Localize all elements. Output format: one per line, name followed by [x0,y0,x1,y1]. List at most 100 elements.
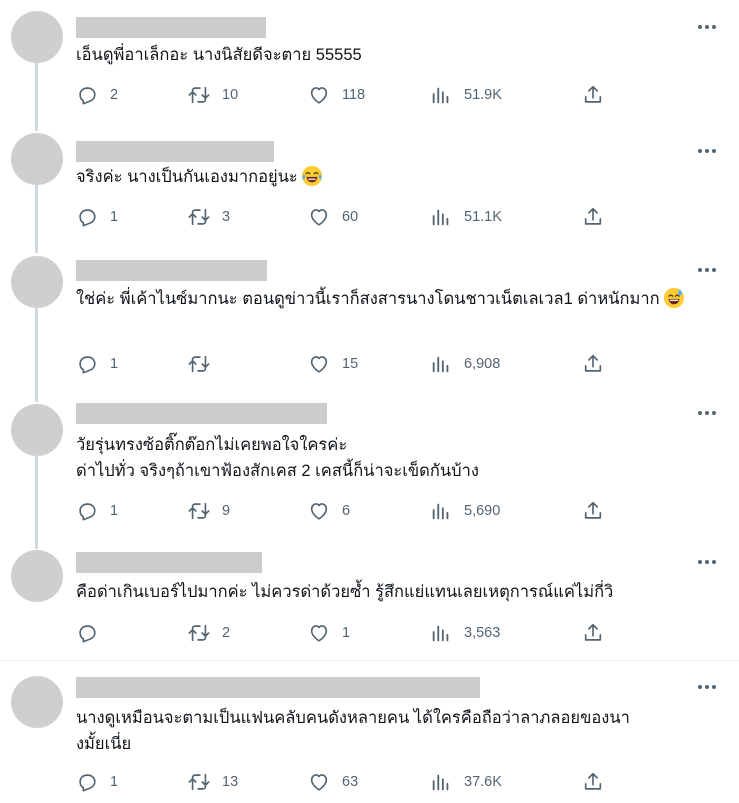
retweet-icon [188,771,210,793]
retweet-button[interactable] [188,352,222,376]
reply-button[interactable]: 1 [76,770,118,794]
reply-icon [76,500,98,522]
replies-count: 1 [110,209,119,225]
redacted-username [76,141,274,162]
tweet-text-content: วัยรุ่นทรงซ้อติ๊กต๊อกไม่เคยพอใจใครค่ะ ด่… [76,436,479,480]
reply-icon [76,622,98,644]
views-icon [430,622,452,644]
share-icon [582,622,604,644]
share-button[interactable] [582,499,604,523]
retweet-button[interactable]: 3 [188,205,230,229]
share-icon [582,206,604,228]
views-icon [430,771,452,793]
avatar[interactable] [11,133,63,185]
views-button[interactable]: 3,563 [430,621,500,645]
reply-button[interactable]: 1 [76,205,118,229]
retweet-icon [188,500,210,522]
retweet-icon [188,206,210,228]
views-button[interactable]: 51.9K [430,83,502,107]
tweet-actions: 1 15 6,908 [76,352,636,376]
reply-button[interactable] [76,621,110,645]
views-button[interactable]: 37.6K [430,770,502,794]
avatar[interactable] [11,550,63,602]
sweat-smile-emoji [663,287,685,309]
like-button[interactable]: 63 [308,770,358,794]
like-icon [308,353,330,375]
views-count: 51.1K [464,209,502,225]
replies-count: 2 [110,87,119,103]
retweet-button[interactable]: 13 [188,770,238,794]
avatar[interactable] [11,256,63,308]
retweet-icon [188,622,210,644]
like-button[interactable]: 6 [308,499,350,523]
avatar[interactable] [11,404,63,456]
tweet-text: เอ็นดูพี่อาเล็กอะ นางนิสัยดีจะตาย 55555 [76,42,706,68]
tweet-text-content: จริงค่ะ นางเป็นกันเองมากอยู่นะ [76,168,298,186]
thread-line [35,454,38,549]
share-button[interactable] [582,621,604,645]
share-button[interactable] [582,352,604,376]
replies-count: 1 [110,503,119,519]
retweet-button[interactable]: 10 [188,83,238,107]
avatar[interactable] [11,676,63,728]
views-count: 6,908 [464,356,501,372]
views-icon [430,84,452,106]
likes-count: 63 [342,774,359,790]
replies-count: 1 [110,356,119,372]
likes-count: 1 [342,625,351,641]
thread-line [35,185,38,253]
more-dots-icon[interactable] [696,20,718,34]
more-dots-icon[interactable] [696,680,718,694]
views-button[interactable]: 6,908 [430,352,500,376]
reply-button[interactable]: 2 [76,83,118,107]
redacted-username [76,17,266,38]
tweet-actions: 1 3 60 51.1K [76,205,636,229]
tweet-text: วัยรุ่นทรงซ้อติ๊กต๊อกไม่เคยพอใจใครค่ะ ด่… [76,432,706,484]
views-count: 37.6K [464,774,502,790]
views-button[interactable]: 51.1K [430,205,502,229]
share-icon [582,500,604,522]
like-icon [308,206,330,228]
redacted-username [76,552,262,573]
share-icon [582,771,604,793]
reply-button[interactable]: 1 [76,352,118,376]
like-button[interactable]: 1 [308,621,350,645]
share-button[interactable] [582,83,604,107]
tweet-text: จริงค่ะ นางเป็นกันเองมากอยู่นะ [76,164,706,190]
divider [0,660,739,661]
views-button[interactable]: 5,690 [430,499,500,523]
views-icon [430,353,452,375]
avatar[interactable] [11,11,63,63]
share-button[interactable] [582,205,604,229]
views-count: 3,563 [464,625,501,641]
retweet-button[interactable]: 2 [188,621,230,645]
redacted-username [76,677,480,698]
tweet-actions: 1 13 63 37.6K [76,770,636,794]
reply-icon [76,353,98,375]
share-button[interactable] [582,770,604,794]
retweet-button[interactable]: 9 [188,499,230,523]
views-count: 5,690 [464,503,501,519]
share-icon [582,353,604,375]
replies-count: 1 [110,774,119,790]
retweets-count: 3 [222,209,231,225]
more-dots-icon[interactable] [696,406,718,420]
like-icon [308,84,330,106]
more-dots-icon[interactable] [696,263,718,277]
tweet-text-content: ใช่ค่ะ พี่เค้าไนซ์มากนะ ตอนดูข่าวนี้เราก… [76,290,660,308]
more-dots-icon[interactable] [696,555,718,569]
like-icon [308,771,330,793]
more-dots-icon[interactable] [696,144,718,158]
reply-icon [76,771,98,793]
retweets-count: 13 [222,774,239,790]
thread-line [35,63,38,131]
like-button[interactable]: 118 [308,83,365,107]
tweet-actions: 2 10 118 51.9K [76,83,636,107]
tweet-text-content: นางดูเหมือนจะตามเป็นแฟนคลับคนดังหลายคน ไ… [76,709,630,753]
reply-button[interactable]: 1 [76,499,118,523]
views-count: 51.9K [464,87,502,103]
reply-icon [76,206,98,228]
like-button[interactable]: 15 [308,352,358,376]
retweets-count: 10 [222,87,239,103]
like-button[interactable]: 60 [308,205,358,229]
